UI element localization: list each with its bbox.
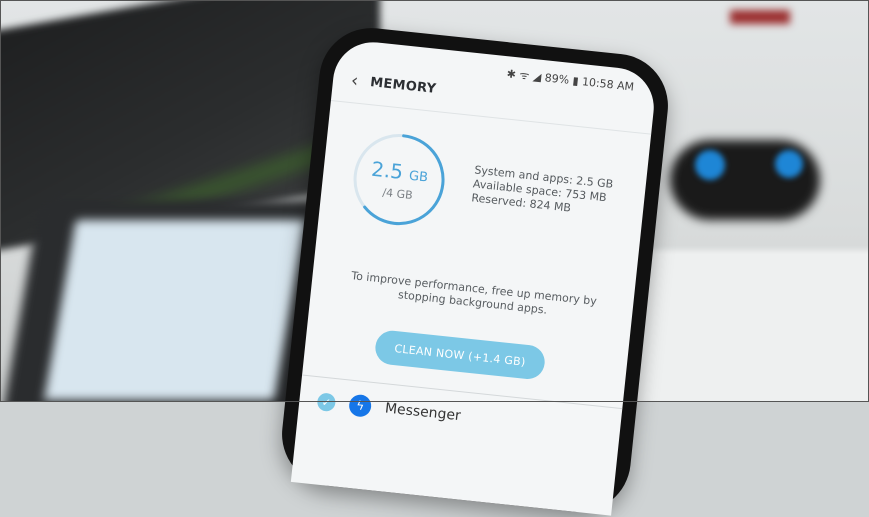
phone-screen: ✱ ᯤ ◢ 89% ▮ 10:58 AM ‹ MEMORY 2.5 GB /4 … [290,38,658,516]
messenger-icon: ϟ [348,393,373,418]
performance-hint: To improve performance, free up memory b… [350,269,598,317]
page-title: MEMORY [369,75,437,97]
check-icon[interactable]: ✓ [316,392,337,413]
status-bar: ✱ ᯤ ◢ 89% ▮ 10:58 AM [506,67,635,94]
memory-stats: System and apps: 2.5 GB Available space:… [471,163,614,219]
smartphone: ✱ ᯤ ◢ 89% ▮ 10:58 AM ‹ MEMORY 2.5 GB /4 … [276,22,674,517]
clean-now-button[interactable]: CLEAN NOW (+1.4 GB) [373,329,547,381]
memory-usage-readout: 2.5 GB /4 GB [346,127,452,233]
chevron-left-icon[interactable]: ‹ [350,70,359,92]
background-red-object [730,10,790,24]
app-header: ‹ MEMORY [350,70,437,100]
earbud-right [775,150,803,178]
earbud-left [695,150,725,180]
app-name: Messenger [384,400,462,425]
list-item[interactable]: ✓ ϟ Messenger [316,390,462,427]
background-tablet-screen [44,220,306,400]
